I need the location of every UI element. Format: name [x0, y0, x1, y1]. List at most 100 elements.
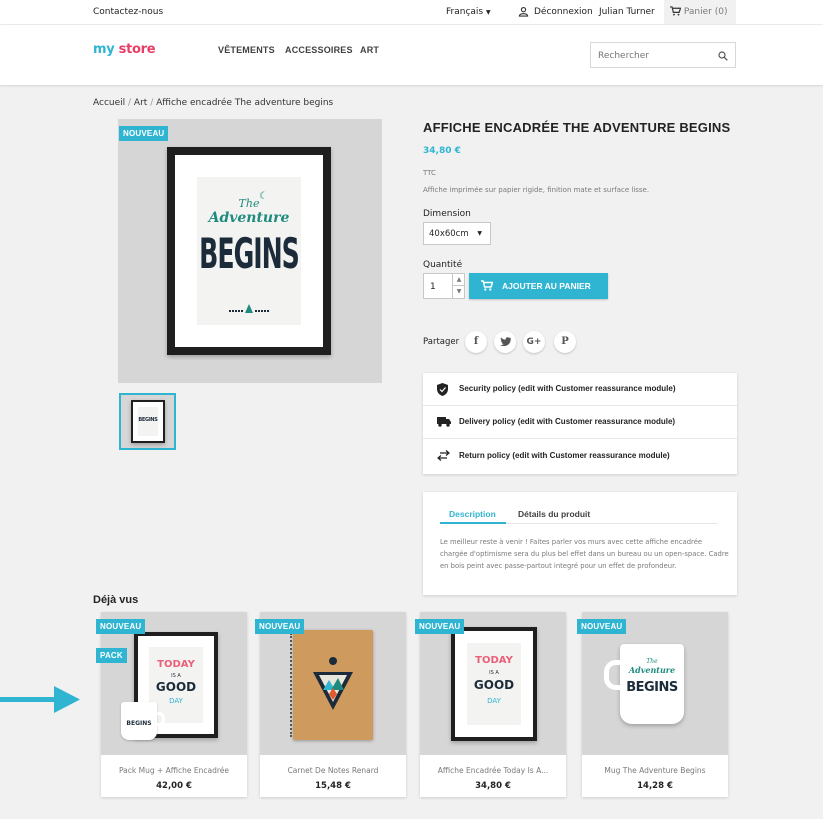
search-icon[interactable]	[718, 51, 728, 61]
quantity-up-button[interactable]: ▲	[452, 274, 465, 286]
contact-link[interactable]: Contactez-nous	[93, 7, 163, 17]
new-badge: NOUVEAU	[255, 619, 305, 634]
tent-icon	[229, 304, 269, 313]
product-card-name[interactable]: Pack Mug + Affiche Encadrée	[101, 766, 247, 775]
poster-line-3: BEGINS	[199, 228, 300, 279]
breadcrumb-current: Affiche encadrée The adventure begins	[156, 98, 334, 108]
product-card[interactable]: NOUVEAU Carnet De Notes Renard 15,48 €	[255, 612, 406, 797]
logout-link[interactable]: Déconnexion	[534, 7, 593, 17]
poster-day: DAY	[487, 697, 501, 705]
breadcrumb: Accueil / Art / Affiche encadrée The adv…	[93, 98, 333, 108]
new-badge: NOUVEAU	[415, 619, 465, 634]
cart-icon	[670, 6, 682, 16]
mug-text-line-1: The	[646, 658, 658, 665]
pinterest-icon[interactable]: P	[554, 331, 576, 353]
caret-down-icon: ▼	[485, 9, 491, 16]
search-box	[590, 42, 736, 68]
cart-button[interactable]: Panier (0)	[664, 0, 736, 24]
search-input[interactable]	[591, 44, 711, 68]
product-card[interactable]: TODAY IS A GOOD DAY BEGINS NOUVEAU PACK …	[96, 612, 247, 797]
new-badge: NOUVEAU	[96, 619, 146, 634]
mug-text-line-3: BEGINS	[626, 680, 678, 695]
swap-arrows-icon	[437, 450, 450, 461]
twitter-icon[interactable]	[494, 331, 516, 353]
top-bar: Contactez-nous Français ▼ Déconnexion Ju…	[0, 0, 823, 25]
reassurance-item-delivery: Delivery policy (edit with Customer reas…	[423, 406, 737, 439]
quantity-down-button[interactable]: ▼	[452, 286, 465, 298]
pack-badge: PACK	[96, 648, 127, 663]
new-badge: NOUVEAU	[577, 619, 627, 634]
nav-item-art[interactable]: ART	[360, 45, 379, 55]
breadcrumb-home[interactable]: Accueil	[93, 98, 125, 108]
tab-description[interactable]: Description	[449, 509, 496, 519]
cart-icon	[481, 280, 493, 291]
reassurance-block: Security policy (edit with Customer reas…	[423, 373, 737, 474]
add-to-cart-button[interactable]: AJOUTER AU PANIER	[469, 273, 608, 299]
mug-image: BEGINS	[121, 702, 165, 740]
nav-item-accessories[interactable]: ACCESSOIRES	[285, 45, 353, 55]
fox-illustration	[313, 657, 353, 710]
poster-today: TODAY	[157, 659, 195, 670]
dimension-select[interactable]: 40x60cm ▼	[423, 222, 491, 245]
poster-art: ☾ The Adventure BEGINS	[197, 177, 301, 325]
poster-mat: ☾ The Adventure BEGINS	[175, 155, 323, 347]
product-tabs: Description Détails du produit Le meille…	[423, 492, 737, 595]
thumb-poster: BEGINS	[138, 407, 158, 436]
dimension-value: 40x60cm	[429, 229, 469, 239]
nav-item-clothes[interactable]: VÊTEMENTS	[218, 45, 275, 55]
share-label: Partager	[423, 337, 460, 347]
product-card-name[interactable]: Affiche Encadrée Today Is A...	[420, 766, 566, 775]
account-name[interactable]: Julian Turner	[599, 7, 655, 17]
user-icon	[518, 6, 529, 20]
thumb-mat: BEGINS	[133, 402, 163, 441]
product-price: 34,80 €	[423, 146, 461, 156]
google-plus-icon[interactable]: G+	[523, 331, 545, 353]
mug-handle	[604, 660, 622, 690]
quantity-stepper: 1 ▲ ▼	[423, 273, 465, 299]
product-card-name[interactable]: Mug The Adventure Begins	[582, 766, 728, 775]
quantity-input[interactable]: 1	[430, 282, 436, 292]
mug-handle	[155, 712, 165, 726]
product-title: AFFICHE ENCADRÉE THE ADVENTURE BEGINS	[423, 120, 731, 135]
language-label: Français	[446, 7, 484, 17]
poster-line-2: Adventure	[208, 210, 290, 226]
poster-is-a: IS A	[489, 670, 499, 676]
caret-down-icon: ▼	[477, 230, 482, 237]
product-card[interactable]: The Adventure BEGINS NOUVEAU Mug The Adv…	[577, 612, 728, 797]
thumb-poster-line: BEGINS	[138, 417, 158, 423]
truck-icon	[437, 417, 451, 427]
breadcrumb-category[interactable]: Art	[134, 98, 147, 108]
reassurance-item-return: Return policy (edit with Customer reassu…	[423, 440, 737, 473]
card-poster: TODAY IS A GOOD DAY	[467, 643, 521, 725]
poster-good: GOOD	[473, 678, 515, 692]
mug-text-line-2: Adventure	[628, 665, 676, 675]
reassurance-item-security: Security policy (edit with Customer reas…	[423, 373, 737, 406]
add-to-cart-label: AJOUTER AU PANIER	[502, 281, 591, 291]
reassurance-text: Return policy (edit with Customer reassu…	[459, 451, 670, 460]
product-card-price: 14,28 €	[637, 781, 673, 791]
tax-label: TTC	[423, 169, 436, 177]
quantity-label: Quantité	[423, 260, 463, 270]
product-card[interactable]: TODAY IS A GOOD DAY NOUVEAU Affiche Enca…	[415, 612, 566, 797]
reassurance-text: Delivery policy (edit with Customer reas…	[459, 417, 676, 426]
poster-day: DAY	[169, 697, 183, 705]
cart-label: Panier (0)	[683, 7, 728, 17]
language-selector[interactable]: Français ▼	[446, 7, 491, 17]
product-card-name[interactable]: Carnet De Notes Renard	[260, 766, 406, 775]
notebook-image	[290, 630, 373, 740]
dimension-label: Dimension	[423, 209, 471, 219]
description-text: Le meilleur reste à venir ! Faites parle…	[440, 538, 729, 570]
product-thumbnail[interactable]: BEGINS	[119, 393, 176, 450]
thumb-frame: BEGINS	[131, 400, 165, 443]
store-logo[interactable]: my store	[93, 42, 156, 57]
product-card-price: 15,48 €	[315, 781, 351, 791]
card-frame: TODAY IS A GOOD DAY	[451, 627, 537, 741]
poster-good: GOOD	[155, 680, 197, 694]
arrow-right-icon	[0, 686, 80, 713]
poster-line-1: The	[238, 197, 260, 210]
logo-part-2: store	[118, 42, 156, 57]
reassurance-text: Security policy (edit with Customer reas…	[459, 384, 676, 393]
tab-product-details[interactable]: Détails du produit	[518, 509, 590, 519]
facebook-icon[interactable]: f	[465, 331, 487, 353]
product-cover-image[interactable]: ☾ The Adventure BEGINS NOUVEAU	[118, 119, 382, 383]
